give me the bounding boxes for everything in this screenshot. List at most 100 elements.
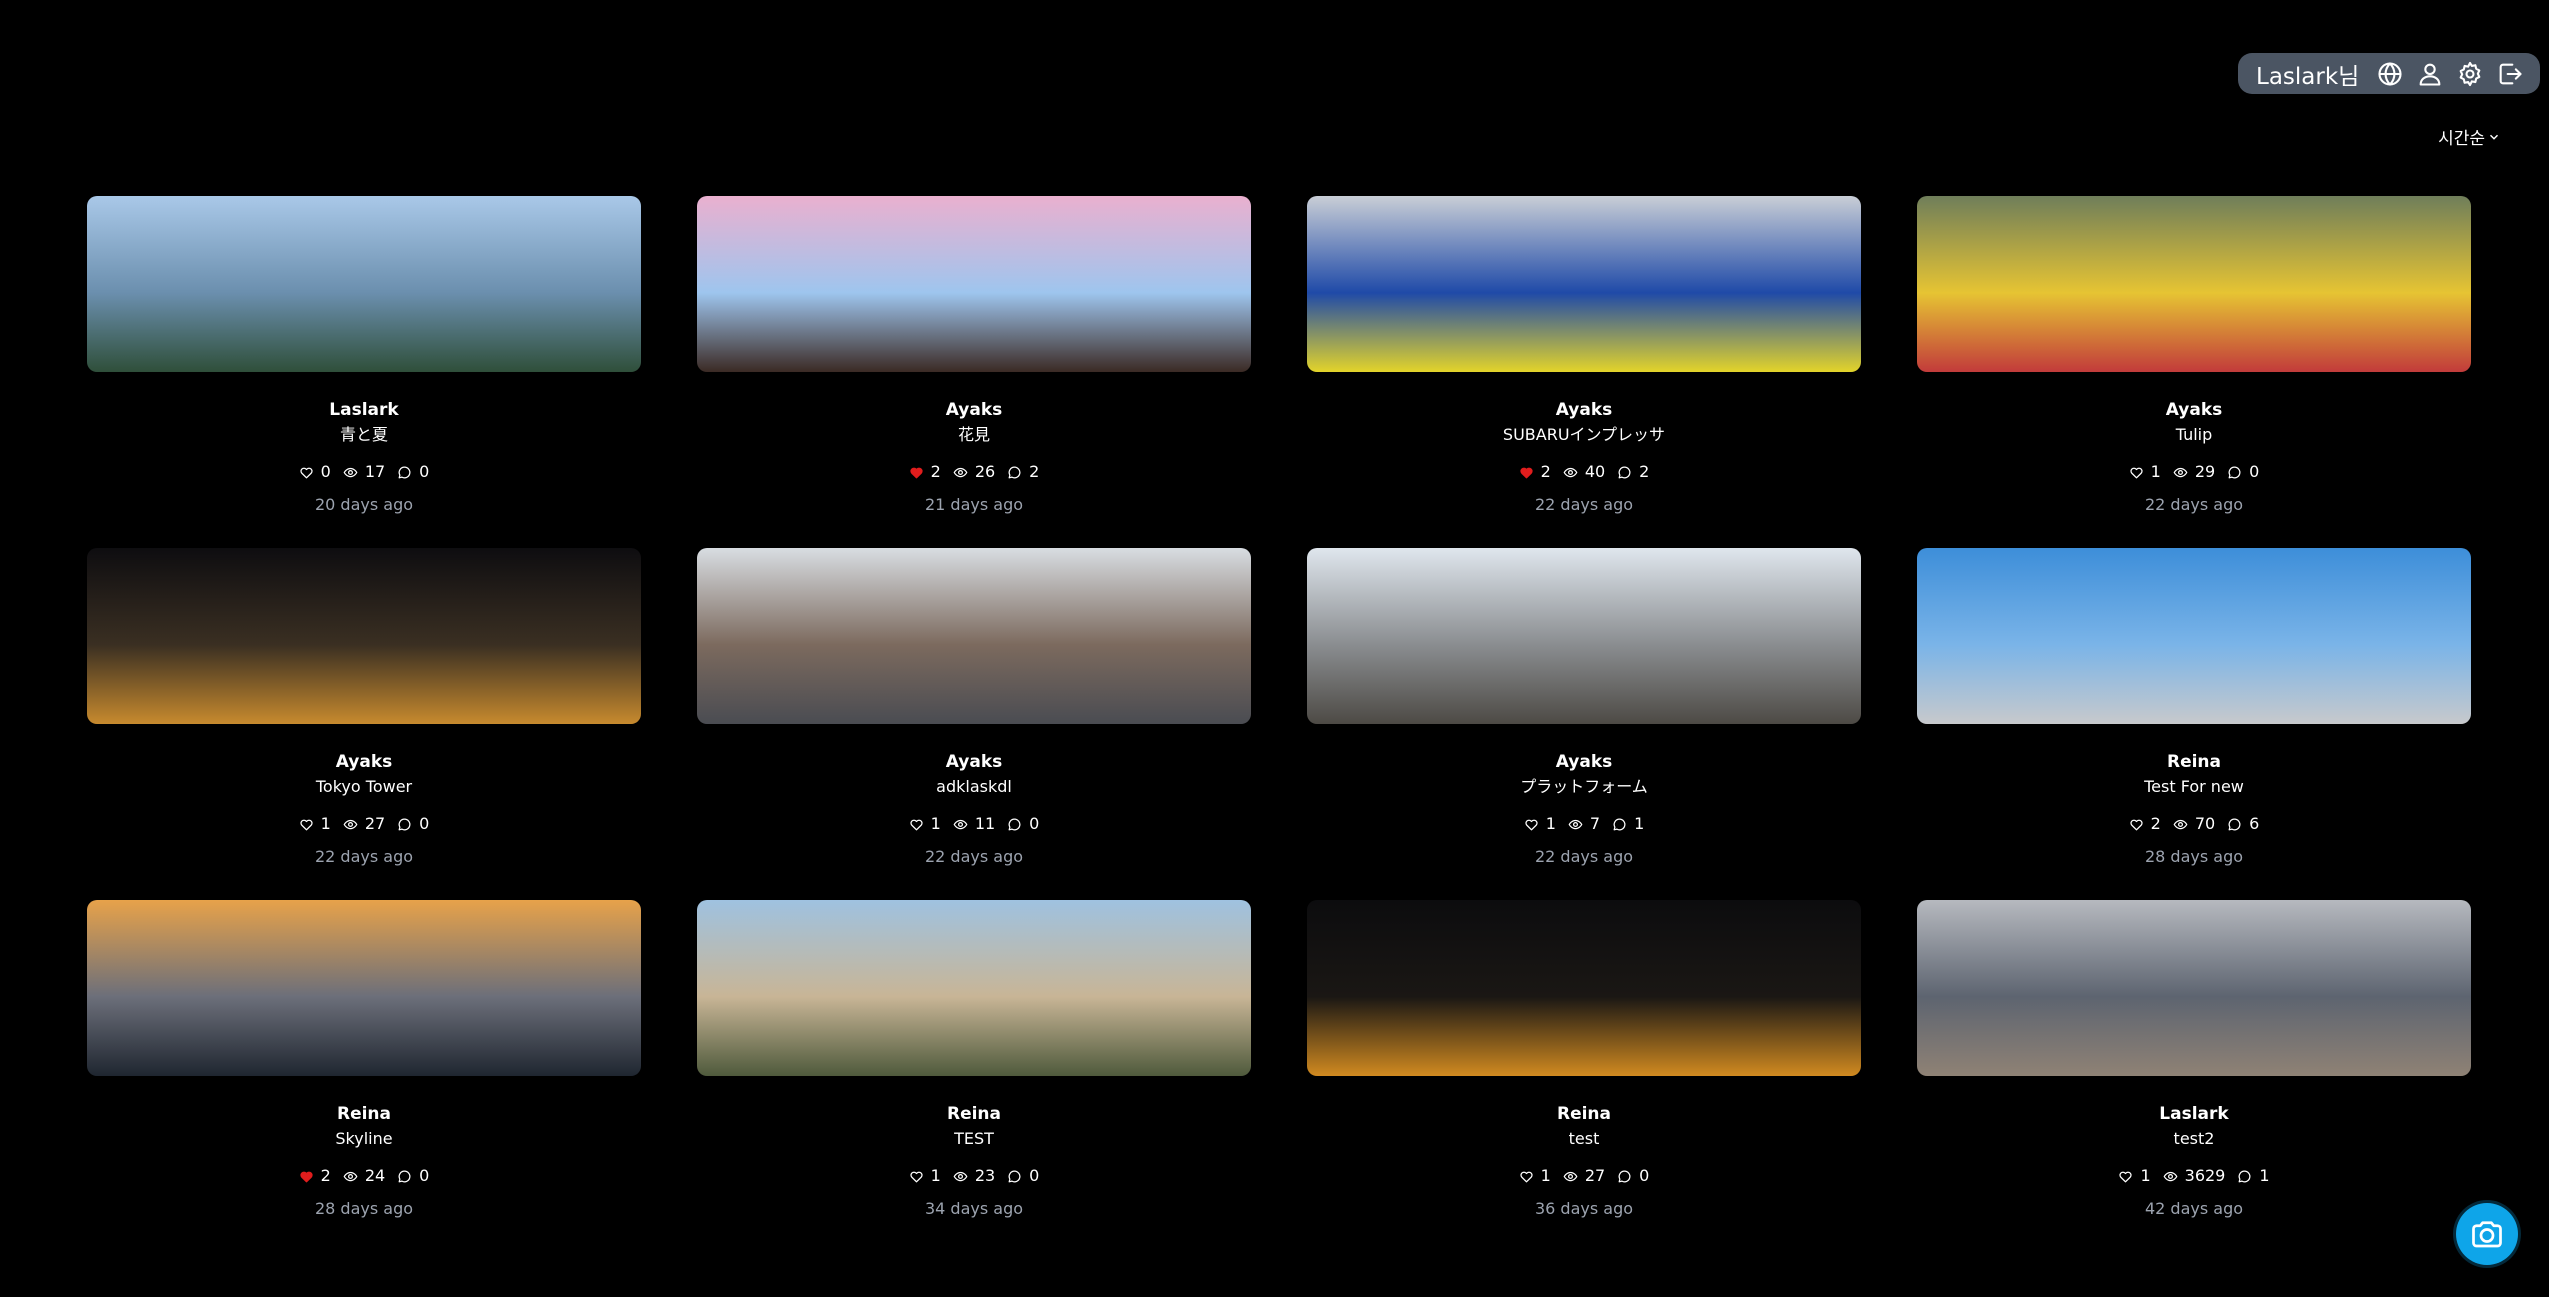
view-count-value: 3629 — [2184, 1166, 2226, 1185]
post-thumbnail[interactable] — [1917, 196, 2471, 372]
view-count-value: 27 — [364, 814, 386, 833]
username-label: Laslark님 — [2256, 63, 2360, 90]
sort-label: 시간순 — [2438, 129, 2485, 149]
like-count[interactable]: 1 — [909, 813, 941, 835]
like-count[interactable]: 1 — [299, 813, 331, 835]
post-card[interactable]: Reina TEST 1 23 0 34 days ago — [697, 900, 1251, 1252]
like-count[interactable]: 2 — [299, 1165, 331, 1187]
post-stats: 1 27 0 — [299, 813, 430, 835]
user-icon[interactable] — [2413, 57, 2447, 91]
like-count-value: 1 — [1545, 814, 1556, 833]
post-grid: Laslark 青と夏 0 17 0 20 days ago Ayaks 花見 … — [87, 196, 2471, 1252]
post-author: Ayaks — [2165, 400, 2223, 420]
comment-count-value: 0 — [1029, 1166, 1040, 1185]
view-count: 7 — [1568, 813, 1600, 835]
post-thumbnail[interactable] — [697, 548, 1251, 724]
eye-icon — [1568, 819, 1583, 829]
post-card[interactable]: Ayaks プラットフォーム 1 7 1 22 days ago — [1307, 548, 1861, 900]
post-card[interactable]: Reina Skyline 2 24 0 28 days ago — [87, 900, 641, 1252]
like-count[interactable]: 1 — [909, 1165, 941, 1187]
like-count[interactable]: 2 — [909, 461, 941, 483]
post-title: TEST — [954, 1129, 994, 1148]
view-count: 3629 — [2163, 1165, 2226, 1187]
heart-icon — [1520, 467, 1533, 478]
post-date: 22 days ago — [924, 847, 1024, 866]
post-author: Reina — [1556, 1104, 1612, 1124]
eye-icon — [2163, 1171, 2178, 1181]
logout-icon[interactable] — [2493, 57, 2527, 91]
view-count: 26 — [953, 461, 995, 483]
post-card[interactable]: Laslark 青と夏 0 17 0 20 days ago — [87, 196, 641, 548]
post-title: SUBARUインプレッサ — [1502, 425, 1666, 444]
globe-icon[interactable] — [2373, 57, 2407, 91]
like-count-value: 0 — [320, 462, 331, 481]
heart-icon — [2119, 1171, 2133, 1182]
eye-icon — [343, 467, 358, 477]
post-card[interactable]: Reina test 1 27 0 36 days ago — [1307, 900, 1861, 1252]
comment-icon — [1618, 466, 1631, 478]
view-count: 40 — [1563, 461, 1605, 483]
eye-icon — [2173, 819, 2188, 829]
eye-icon — [2173, 467, 2188, 477]
post-card[interactable]: Ayaks adklaskdl 1 11 0 22 days ago — [697, 548, 1251, 900]
post-author: Reina — [946, 1104, 1002, 1124]
like-count-value: 2 — [2150, 814, 2161, 833]
post-card[interactable]: Ayaks SUBARUインプレッサ 2 40 2 22 days ago — [1307, 196, 1861, 548]
post-card[interactable]: Ayaks Tulip 1 29 0 22 days ago — [1917, 196, 2471, 548]
post-title: Test For new — [2144, 777, 2244, 796]
like-count[interactable]: 1 — [1519, 1165, 1551, 1187]
comment-count: 0 — [1007, 1165, 1039, 1187]
post-thumbnail[interactable] — [1917, 900, 2471, 1076]
view-count-value: 7 — [1589, 814, 1601, 833]
like-count-value: 2 — [930, 462, 941, 481]
post-title: Skyline — [335, 1129, 393, 1148]
like-count[interactable]: 2 — [1519, 461, 1551, 483]
like-count[interactable]: 0 — [299, 461, 331, 483]
camera-icon — [2472, 1221, 2502, 1248]
heart-icon — [910, 1171, 923, 1182]
view-count: 17 — [343, 461, 385, 483]
post-thumbnail[interactable] — [697, 900, 1251, 1076]
post-thumbnail[interactable] — [87, 900, 641, 1076]
like-count-value: 1 — [1540, 1166, 1551, 1185]
post-author: Reina — [336, 1104, 392, 1124]
sort-dropdown[interactable]: 시간순 — [2438, 124, 2501, 149]
comment-count-value: 0 — [419, 814, 430, 833]
comment-count: 1 — [1612, 813, 1644, 835]
comment-count: 0 — [1617, 1165, 1649, 1187]
like-count-value: 1 — [2140, 1166, 2151, 1185]
post-author: Laslark — [329, 400, 399, 420]
comment-icon — [1008, 466, 1021, 478]
post-card[interactable]: Reina Test For new 2 70 6 28 days ago — [1917, 548, 2471, 900]
post-thumbnail[interactable] — [1307, 196, 1861, 372]
post-thumbnail[interactable] — [87, 548, 641, 724]
like-count[interactable]: 1 — [2129, 461, 2161, 483]
comment-count-value: 0 — [1639, 1166, 1650, 1185]
eye-icon — [1563, 467, 1578, 477]
post-card[interactable]: Laslark test2 1 3629 1 42 days ago — [1917, 900, 2471, 1252]
post-thumbnail[interactable] — [697, 196, 1251, 372]
post-stats: 0 17 0 — [299, 461, 429, 483]
post-author: Ayaks — [335, 752, 393, 772]
view-count-value: 23 — [974, 1166, 996, 1185]
upload-photo-button[interactable] — [2456, 1203, 2518, 1265]
post-author: Laslark — [2159, 1104, 2229, 1124]
post-author: Ayaks — [1555, 400, 1613, 420]
like-count[interactable]: 1 — [2118, 1165, 2151, 1187]
like-count[interactable]: 2 — [2129, 813, 2161, 835]
post-thumbnail[interactable] — [87, 196, 641, 372]
post-stats: 1 27 0 — [1519, 1165, 1649, 1187]
like-count[interactable]: 1 — [1524, 813, 1556, 835]
post-card[interactable]: Ayaks Tokyo Tower 1 27 0 22 days ago — [87, 548, 641, 900]
post-thumbnail[interactable] — [1307, 900, 1861, 1076]
post-title: 青と夏 — [339, 425, 388, 444]
user-toolbar: Laslark님 — [2238, 53, 2540, 94]
post-thumbnail[interactable] — [1307, 548, 1861, 724]
post-date: 28 days ago — [2144, 847, 2244, 866]
gear-icon[interactable] — [2453, 57, 2487, 91]
comment-icon — [398, 1170, 411, 1182]
post-thumbnail[interactable] — [1917, 548, 2471, 724]
post-stats: 1 3629 1 — [2118, 1165, 2270, 1187]
comment-count: 0 — [397, 1165, 429, 1187]
post-card[interactable]: Ayaks 花見 2 26 2 21 days ago — [697, 196, 1251, 548]
